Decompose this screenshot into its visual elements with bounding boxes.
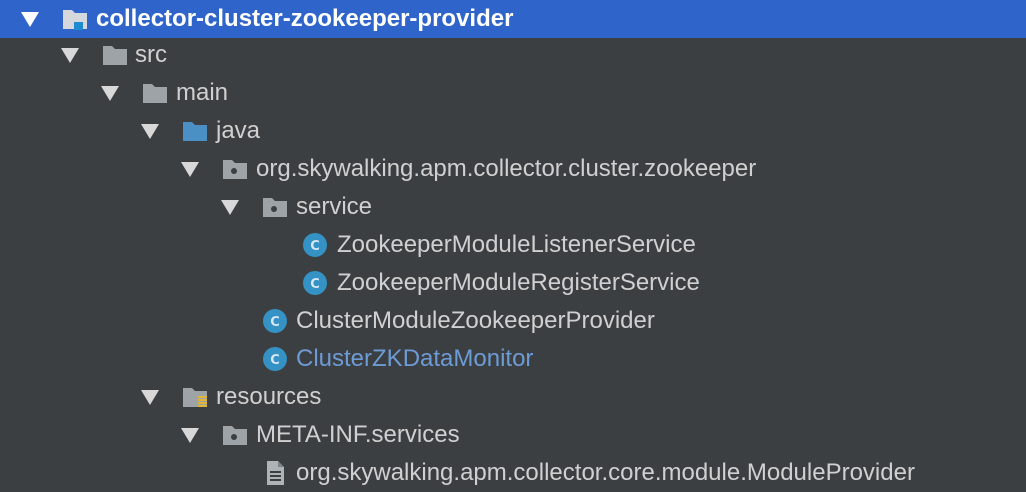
tree-row-org-skywalking-apm-collector-cluster-zookeeper[interactable]: org.skywalking.apm.collector.cluster.zoo… (0, 150, 1026, 188)
tree-label: resources (216, 383, 322, 410)
package-icon (222, 422, 248, 448)
tree-label: org.skywalking.apm.collector.core.module… (296, 459, 915, 486)
folder-icon (102, 42, 128, 68)
expand-arrow-icon[interactable] (181, 162, 199, 177)
class-icon: C (262, 346, 288, 372)
tree-row-src[interactable]: src (0, 36, 1026, 74)
tree-label: ZookeeperModuleRegisterService (337, 269, 700, 296)
tree-row-service[interactable]: service (0, 188, 1026, 226)
tree-row-java[interactable]: java (0, 112, 1026, 150)
tree-row-zookeeper-module-register-service[interactable]: C ZookeeperModuleRegisterService (0, 264, 1026, 302)
svg-text:C: C (310, 239, 320, 254)
tree-label: ClusterZKDataMonitor (296, 345, 534, 372)
tree-label: ZookeeperModuleListenerService (337, 231, 696, 258)
folder-icon (142, 80, 168, 106)
svg-text:C: C (310, 277, 320, 292)
expand-arrow-icon[interactable] (141, 124, 159, 139)
tree-label: main (176, 79, 229, 106)
tree-row-collector-cluster-zookeeper-provider[interactable]: collector-cluster-zookeeper-provider (0, 0, 1026, 38)
expand-arrow-icon[interactable] (101, 86, 119, 101)
tree-label: service (296, 193, 373, 220)
package-icon (222, 156, 248, 182)
class-icon: C (302, 232, 328, 258)
svg-text:C: C (270, 315, 280, 330)
expand-arrow-icon[interactable] (21, 12, 39, 27)
tree-row-resources[interactable]: resources (0, 378, 1026, 416)
expand-arrow-icon[interactable] (181, 428, 199, 443)
expand-arrow-icon[interactable] (221, 200, 239, 215)
tree-label: org.skywalking.apm.collector.cluster.zoo… (256, 155, 757, 182)
package-icon (262, 194, 288, 220)
expand-arrow-icon[interactable] (141, 390, 159, 405)
tree-label: java (216, 117, 261, 144)
tree-label: collector-cluster-zookeeper-provider (96, 5, 514, 32)
tree-row-cluster-module-zookeeper-provider[interactable]: C ClusterModuleZookeeperProvider (0, 302, 1026, 340)
module-folder-icon (62, 6, 88, 32)
class-icon: C (302, 270, 328, 296)
tree-row-zookeeper-module-listener-service[interactable]: C ZookeeperModuleListenerService (0, 226, 1026, 264)
tree-row-module-provider-file[interactable]: org.skywalking.apm.collector.core.module… (0, 454, 1026, 492)
tree-label: META-INF.services (256, 421, 460, 448)
tree-row-cluster-zk-data-monitor[interactable]: C ClusterZKDataMonitor (0, 340, 1026, 378)
tree-row-main[interactable]: main (0, 74, 1026, 112)
svg-text:C: C (270, 353, 280, 368)
project-tree: collector-cluster-zookeeper-provider src… (0, 0, 1026, 492)
file-icon (262, 460, 288, 486)
expand-arrow-icon[interactable] (61, 48, 79, 63)
source-folder-icon (182, 118, 208, 144)
tree-row-meta-inf-services[interactable]: META-INF.services (0, 416, 1026, 454)
resources-folder-icon (182, 384, 208, 410)
class-icon: C (262, 308, 288, 334)
tree-label: src (135, 41, 167, 68)
tree-label: ClusterModuleZookeeperProvider (296, 307, 655, 334)
